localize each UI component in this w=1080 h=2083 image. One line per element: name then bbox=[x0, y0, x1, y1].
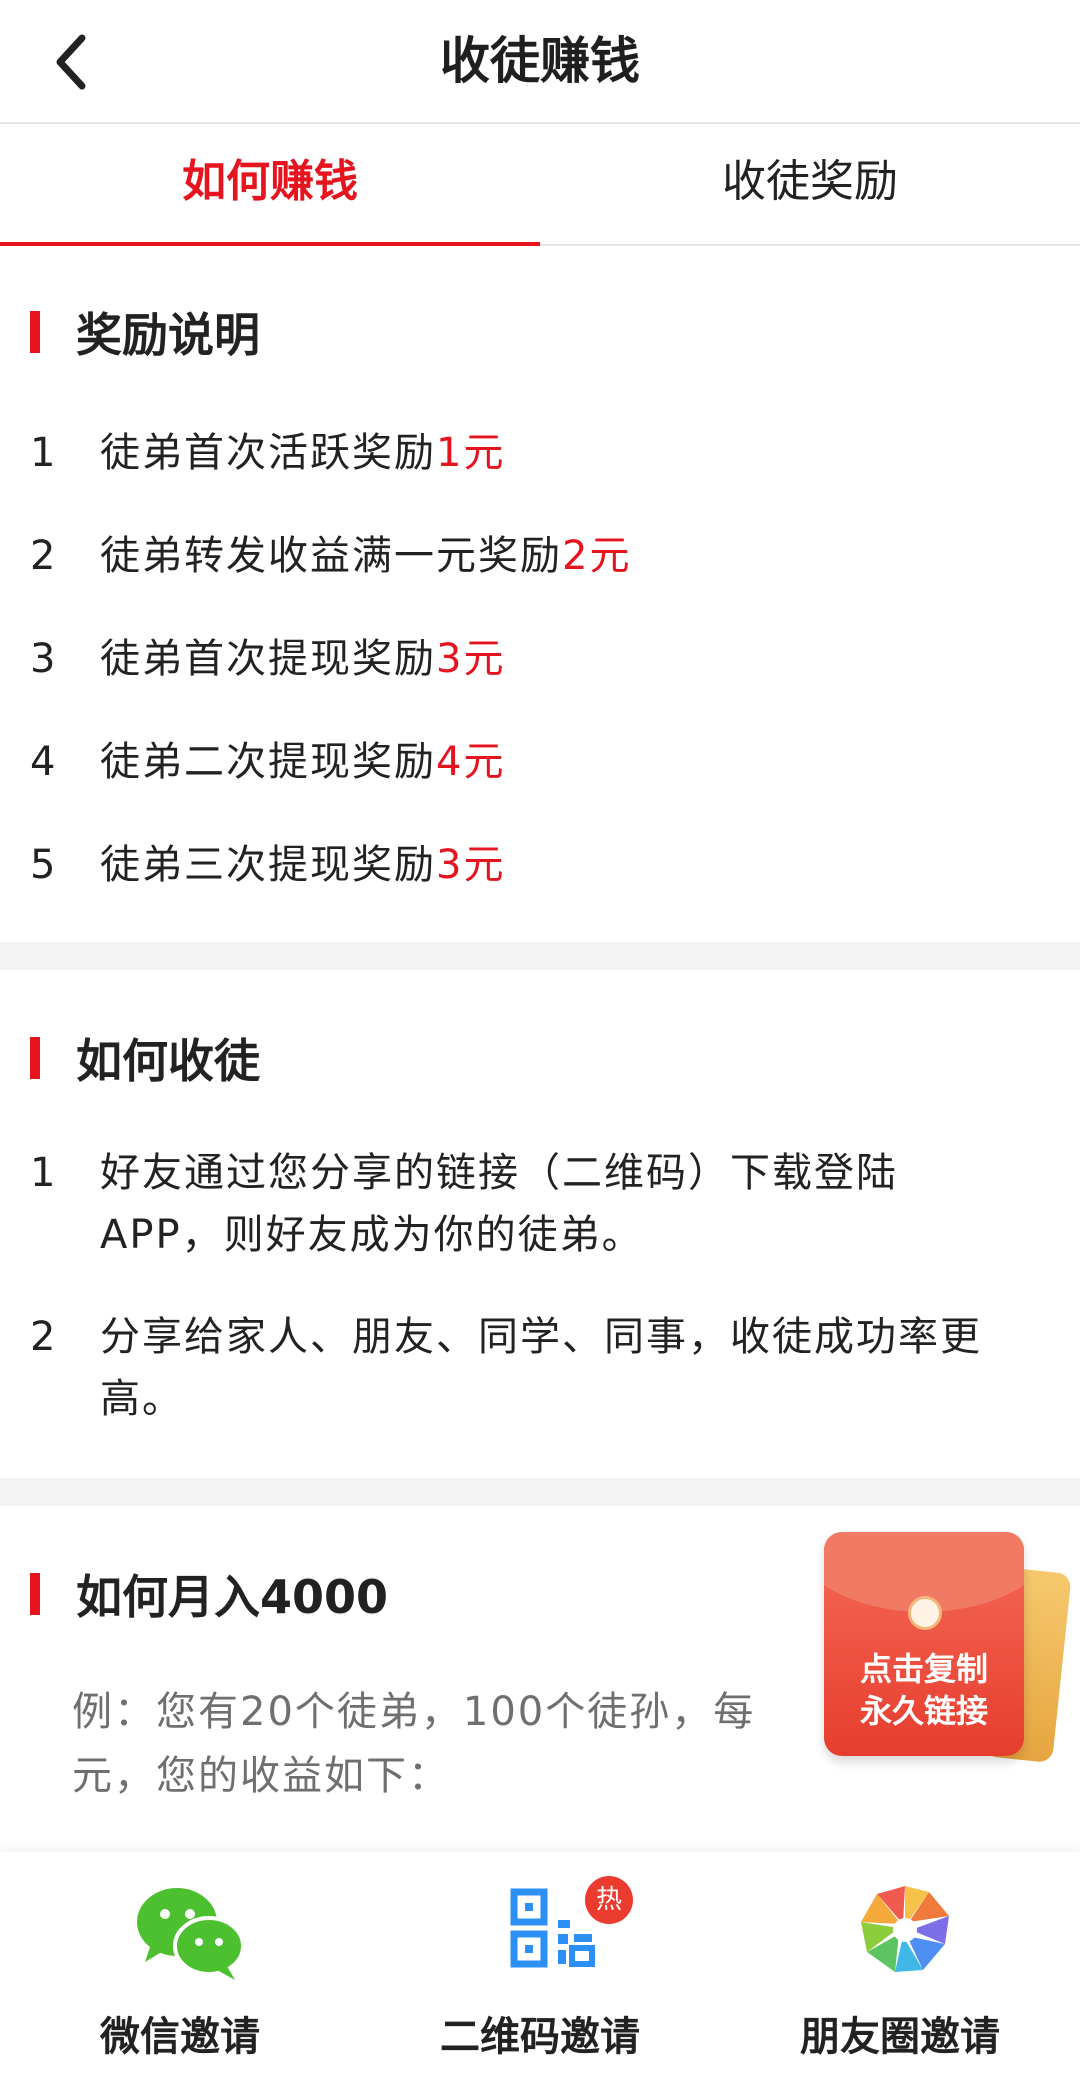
section-marker bbox=[30, 1037, 40, 1079]
reward-amount: 1元 bbox=[436, 430, 506, 476]
section-title-rewards: 奖励说明 bbox=[30, 302, 260, 362]
reward-amount: 3元 bbox=[436, 842, 506, 888]
qrcode-icon: 热 bbox=[505, 1876, 633, 1982]
item-text: 分享给家人、朋友、同学、同事，收徒成功率更高。 bbox=[100, 1314, 982, 1422]
envelope-text: 点击复制 永久链接 bbox=[824, 1648, 1024, 1732]
reward-item: 2 徒弟转发收益满一元奖励2元 bbox=[30, 523, 631, 581]
section-marker bbox=[30, 311, 40, 353]
reward-amount: 2元 bbox=[562, 533, 632, 579]
wechat-invite-label: 微信邀请 bbox=[100, 2014, 260, 2060]
tab-apprentice-rewards[interactable]: 收徒奖励 bbox=[540, 124, 1080, 244]
example-line-2: 元，您的收益如下： bbox=[72, 1753, 450, 1799]
moments-invite-label: 朋友圈邀请 bbox=[800, 2014, 1000, 2060]
item-number: 4 bbox=[30, 739, 58, 785]
moments-invite-button[interactable]: 朋友圈邀请 bbox=[720, 1852, 1080, 2083]
hot-badge: 热 bbox=[585, 1876, 633, 1924]
section-title-text: 奖励说明 bbox=[76, 308, 260, 362]
item-text: 徒弟首次活跃奖励 bbox=[100, 430, 436, 476]
tab-bar: 如何赚钱 收徒奖励 bbox=[0, 124, 1080, 246]
item-text: 徒弟二次提现奖励 bbox=[100, 739, 436, 785]
item-text: 好友通过您分享的链接（二维码）下载登陆APP，则好友成为你的徒弟。 bbox=[100, 1150, 898, 1258]
item-text: 徒弟转发收益满一元奖励 bbox=[100, 533, 562, 579]
envelope-body: 点击复制 永久链接 bbox=[824, 1532, 1024, 1756]
item-text: 徒弟首次提现奖励 bbox=[100, 636, 436, 682]
tab-how-to-earn[interactable]: 如何赚钱 bbox=[0, 124, 540, 246]
copy-link-envelope-button[interactable]: 点击复制 永久链接 bbox=[812, 1528, 1072, 1764]
item-number: 2 bbox=[30, 533, 58, 579]
income-example: 例：您有20个徒弟，100个徒孙，每 元，您的收益如下： bbox=[72, 1680, 832, 1808]
item-number: 1 bbox=[30, 430, 58, 476]
qrcode-invite-label: 二维码邀请 bbox=[440, 2014, 640, 2060]
qrcode-invite-button[interactable]: 热 二维码邀请 bbox=[360, 1852, 720, 2083]
wechat-icon bbox=[135, 1882, 245, 1982]
section-divider bbox=[0, 1478, 1080, 1506]
example-line-1: 例：您有20个徒弟，100个徒孙，每 bbox=[72, 1689, 756, 1735]
section-title-text: 如何月入4000 bbox=[76, 1570, 389, 1624]
section-title-how-to-recruit: 如何收徒 bbox=[30, 1028, 260, 1088]
item-number: 5 bbox=[30, 842, 58, 888]
reward-amount: 3元 bbox=[436, 636, 506, 682]
reward-item: 5 徒弟三次提现奖励3元 bbox=[30, 832, 505, 890]
reward-item: 1 徒弟首次活跃奖励1元 bbox=[30, 420, 505, 478]
section-divider bbox=[0, 942, 1080, 970]
page-title: 收徒赚钱 bbox=[440, 32, 640, 90]
moments-icon bbox=[855, 1882, 955, 1982]
instruction-item: 2 分享给家人、朋友、同学、同事，收徒成功率更高。 bbox=[30, 1306, 1020, 1430]
item-number: 3 bbox=[30, 636, 58, 682]
reward-item: 4 徒弟二次提现奖励4元 bbox=[30, 729, 505, 787]
reward-amount: 4元 bbox=[436, 739, 506, 785]
reward-item: 3 徒弟首次提现奖励3元 bbox=[30, 626, 505, 684]
section-marker bbox=[30, 1573, 40, 1615]
envelope-text-line-1: 点击复制 bbox=[859, 1650, 988, 1688]
item-number: 1 bbox=[30, 1150, 58, 1196]
top-bar: 收徒赚钱 bbox=[0, 0, 1080, 124]
item-number: 2 bbox=[30, 1314, 58, 1360]
item-text: 徒弟三次提现奖励 bbox=[100, 842, 436, 888]
envelope-text-line-2: 永久链接 bbox=[859, 1692, 988, 1730]
envelope-seal-icon bbox=[908, 1596, 942, 1630]
section-title-text: 如何收徒 bbox=[76, 1034, 260, 1088]
instruction-item: 1 好友通过您分享的链接（二维码）下载登陆APP，则好友成为你的徒弟。 bbox=[30, 1142, 1020, 1266]
wechat-invite-button[interactable]: 微信邀请 bbox=[0, 1852, 360, 2083]
bottom-invite-bar: 微信邀请 热 二维码邀请 朋友圈邀请 bbox=[0, 1852, 1080, 2083]
section-title-monthly-income: 如何月入4000 bbox=[30, 1564, 388, 1624]
